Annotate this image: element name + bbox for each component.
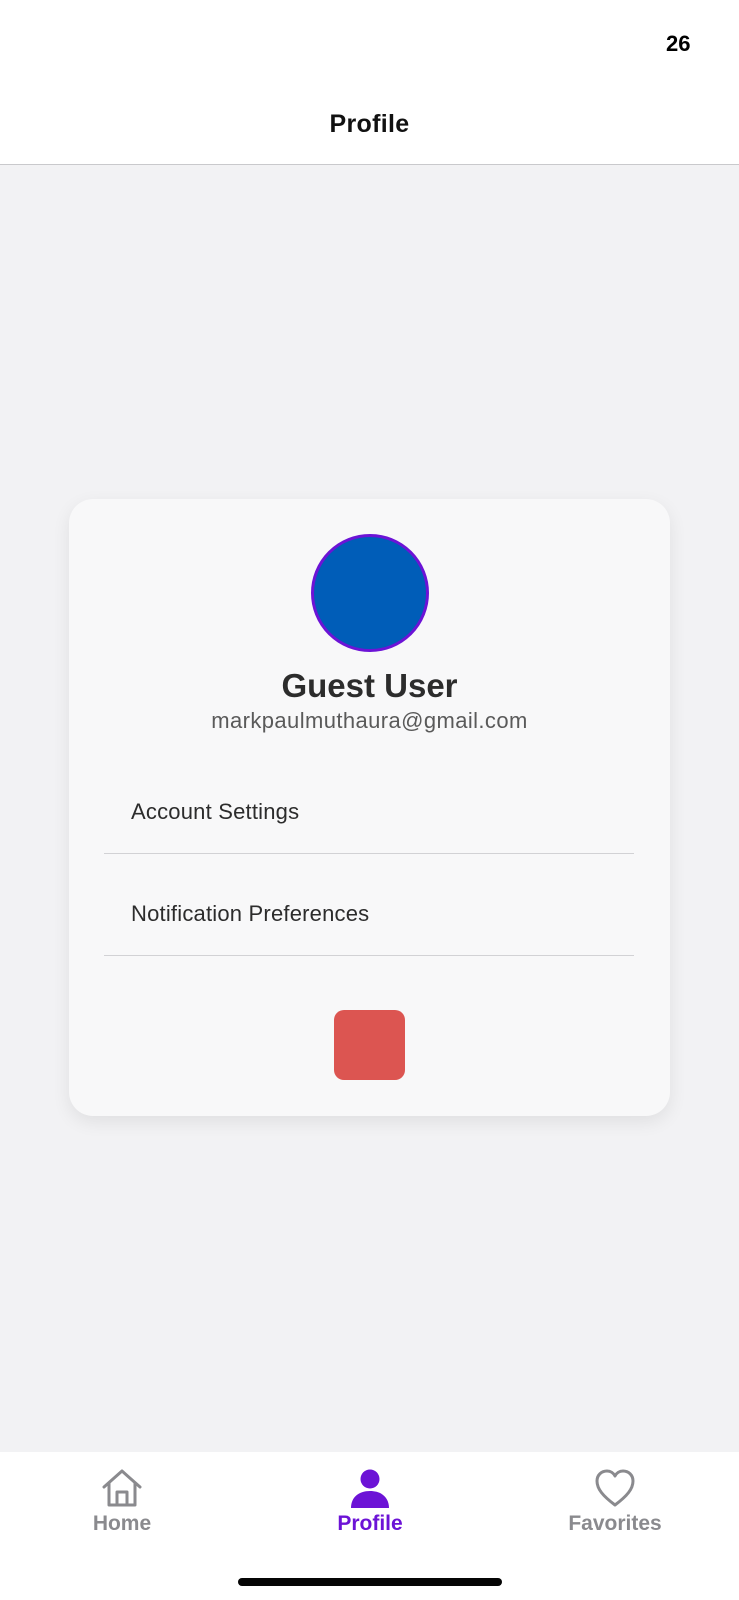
menu-item-account-settings[interactable]: Account Settings: [104, 753, 634, 854]
header-bar: Profile: [0, 85, 739, 165]
menu-item-label: Account Settings: [131, 799, 300, 824]
user-email: markpaulmuthaura@gmail.com: [211, 708, 528, 733]
tab-label: Profile: [337, 1512, 403, 1535]
menu-item-notification-preferences[interactable]: Notification Preferences: [104, 855, 634, 956]
menu-item-label: Notification Preferences: [131, 901, 370, 926]
avatar: [311, 534, 429, 652]
battery-indicator: 26: [661, 32, 692, 56]
tab-home[interactable]: Home: [42, 1452, 202, 1552]
heart-icon: [595, 1469, 635, 1507]
profile-card: Guest User markpaulmuthaura@gmail.com Ac…: [69, 499, 670, 1116]
page-title: Profile: [329, 110, 410, 138]
tab-profile[interactable]: Profile: [290, 1452, 450, 1552]
user-name: Guest User: [281, 667, 458, 704]
person-icon: [351, 1469, 389, 1508]
tab-label: Favorites: [568, 1512, 662, 1535]
tab-favorites[interactable]: Favorites: [535, 1452, 695, 1552]
home-icon: [102, 1469, 142, 1507]
home-indicator: [238, 1578, 502, 1586]
tab-label: Home: [92, 1512, 152, 1535]
status-bar: 26: [0, 0, 739, 85]
logout-button[interactable]: [334, 1010, 405, 1080]
